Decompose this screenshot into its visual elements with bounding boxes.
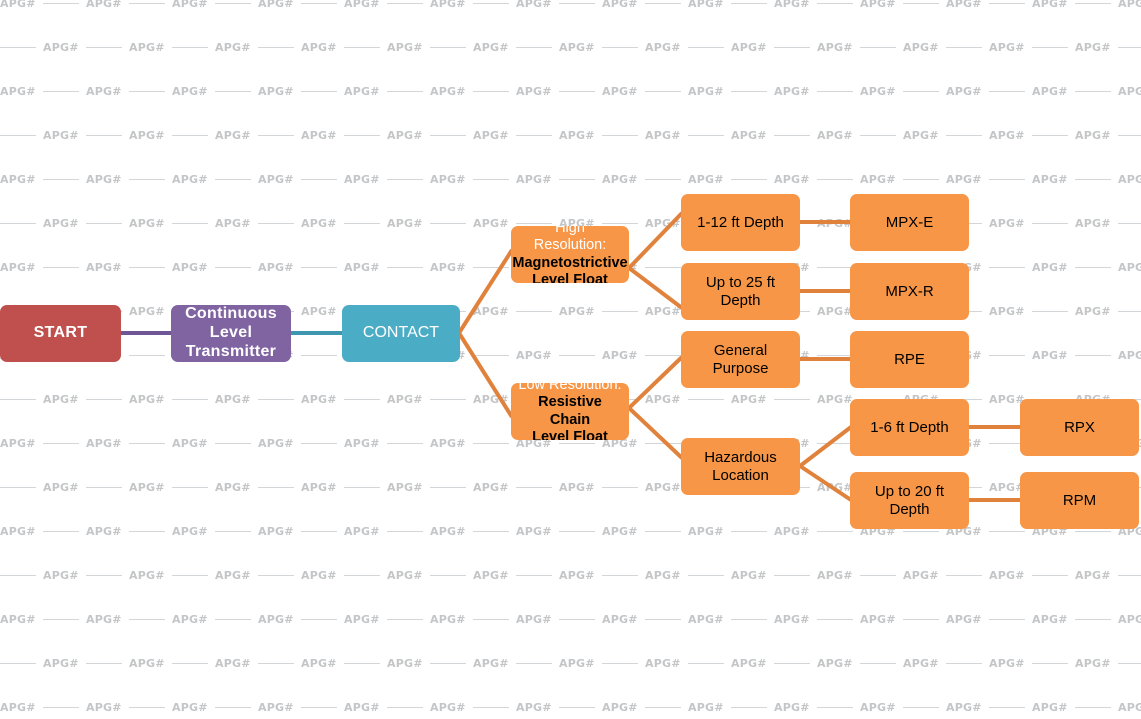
node-model-rpx-label: RPX (1064, 418, 1095, 436)
node-continuous-level-transmitter[interactable]: Continuous Level Transmitter (171, 305, 291, 362)
node-high-resolution-line1: Magnetostrictive (512, 254, 628, 271)
node-hazardous-location-line2: Location (712, 466, 769, 484)
node-start[interactable]: START (0, 305, 121, 362)
node-low-resolution-heading: Low Resolution: (518, 383, 622, 394)
node-model-rpe-label: RPE (894, 350, 925, 368)
node-model-mpx-e-label: MPX-E (885, 213, 934, 231)
node-depth-up-to-20-ft-label: Up to 20 ft Depth (874, 482, 945, 518)
node-layer: START Continuous Level Transmitter CONTA… (0, 0, 1141, 719)
node-depth-1-6-ft[interactable]: 1-6 ft Depth (850, 399, 969, 456)
node-model-rpx[interactable]: RPX (1020, 399, 1139, 456)
node-high-resolution-magnetostrictive[interactable]: High Resolution: Magnetostrictive Level … (511, 226, 629, 283)
node-depth-1-6-ft-label: 1-6 ft Depth (870, 418, 949, 436)
node-depth-1-12-ft-label: 1-12 ft Depth (697, 213, 784, 231)
node-hazardous-location[interactable]: Hazardous Location (681, 438, 800, 495)
node-low-resolution-resistive-chain[interactable]: Low Resolution: Resistive Chain Level Fl… (511, 383, 629, 440)
node-hazardous-location-line1: Hazardous (704, 448, 777, 466)
node-model-mpx-r-label: MPX-R (885, 282, 934, 300)
node-model-mpx-r[interactable]: MPX-R (850, 263, 969, 320)
node-model-rpe[interactable]: RPE (850, 331, 969, 388)
node-high-resolution-heading: High Resolution: (533, 226, 607, 254)
flowchart-canvas: APG# APG# APG# APG# APG# APG# APG# APG# APG# APG#… (0, 0, 1141, 719)
node-depth-up-to-20-ft[interactable]: Up to 20 ft Depth (850, 472, 969, 529)
node-start-label: START (33, 324, 88, 342)
node-high-resolution-line2: Level Float (532, 271, 608, 283)
node-model-rpm-label: RPM (1062, 491, 1097, 509)
node-general-purpose[interactable]: General Purpose (681, 331, 800, 388)
node-contact-label: CONTACT (362, 324, 440, 342)
node-continuous-level-transmitter-label: Continuous Level Transmitter (185, 305, 277, 360)
node-depth-1-12-ft[interactable]: 1-12 ft Depth (681, 194, 800, 251)
node-model-mpx-e[interactable]: MPX-E (850, 194, 969, 251)
node-model-rpm[interactable]: RPM (1020, 472, 1139, 529)
node-low-resolution-line1: Resistive Chain (538, 394, 602, 428)
node-contact[interactable]: CONTACT (342, 305, 460, 362)
node-low-resolution-line2: Level Float (532, 428, 608, 440)
node-depth-up-to-25-ft-label: Up to 25 ft Depth (705, 273, 776, 309)
node-general-purpose-label: General Purpose (712, 341, 769, 377)
node-depth-up-to-25-ft[interactable]: Up to 25 ft Depth (681, 263, 800, 320)
